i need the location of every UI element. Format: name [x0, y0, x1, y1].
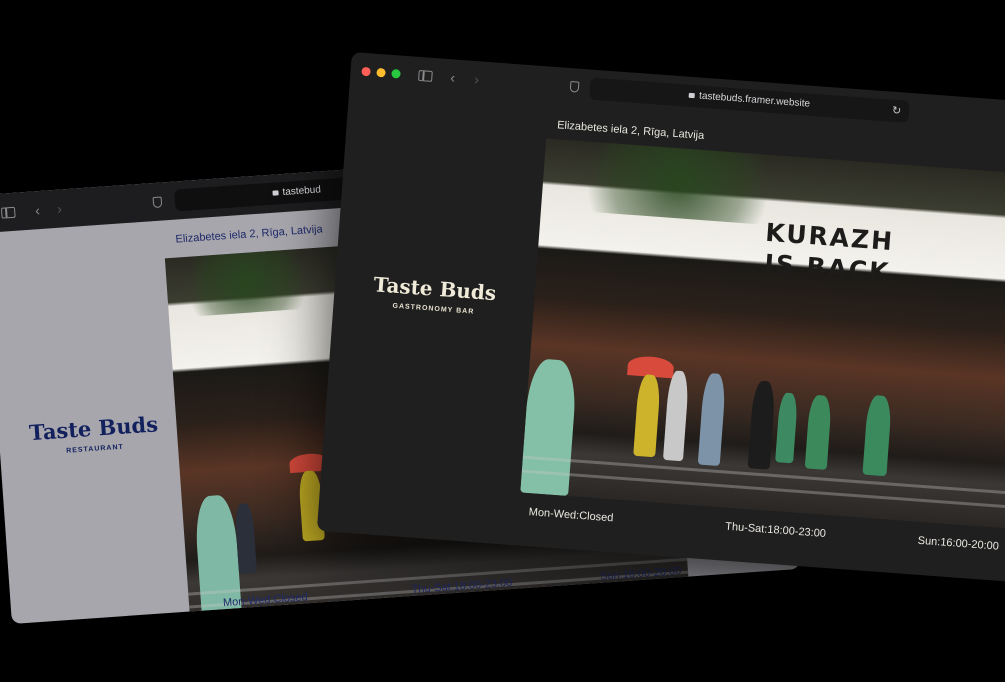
person — [747, 380, 776, 470]
front-browser-window: ‹ › tastebuds.framer.website ↻ Elizabete… — [316, 52, 1005, 582]
minimize-button[interactable] — [376, 67, 386, 78]
person — [662, 370, 690, 462]
front-logo[interactable]: Taste Buds GASTRONOMY BAR — [333, 269, 535, 320]
close-button[interactable] — [361, 66, 371, 77]
lock-icon — [688, 92, 696, 99]
person — [804, 394, 833, 470]
front-hero-photo: KURAZH IS BACK — [520, 138, 1005, 531]
back-url: tastebud — [282, 184, 322, 199]
zoom-button[interactable] — [391, 68, 401, 79]
reload-icon[interactable]: ↻ — [891, 100, 902, 123]
shield-icon[interactable] — [152, 196, 163, 209]
back-logo[interactable]: Taste Buds RESTAURANT — [0, 409, 190, 459]
person — [775, 392, 799, 464]
front-hours-mon-wed: Mon-Wed:Closed — [528, 506, 614, 525]
person — [697, 372, 727, 467]
marquee-sign: KURAZH IS BACK — [761, 217, 896, 296]
chevron-right-icon[interactable]: › — [474, 71, 480, 87]
person — [633, 373, 662, 458]
back-location: Elizabetes iela 2, Rīga, Latvija — [175, 223, 324, 246]
front-hours-thu-sat: Thu-Sat:18:00-23:00 — [724, 520, 827, 540]
front-page: Elizabetes iela 2, Rīga, Latvija Taste B… — [317, 92, 1005, 582]
sidebar-icon[interactable] — [418, 69, 433, 82]
sidebar-icon[interactable] — [0, 206, 16, 219]
tree — [164, 247, 329, 319]
person — [234, 502, 258, 574]
shield-icon[interactable] — [569, 81, 580, 93]
person — [862, 394, 893, 477]
chevron-left-icon[interactable]: ‹ — [450, 69, 456, 85]
tree — [551, 139, 806, 228]
front-url: tastebuds.framer.website — [698, 90, 811, 110]
chevron-left-icon[interactable]: ‹ — [35, 202, 41, 218]
lock-icon — [272, 190, 279, 196]
front-hours-sun: Sun:16:00-20:00 — [917, 534, 1000, 553]
chevron-right-icon[interactable]: › — [57, 200, 63, 216]
front-location: Elizabetes iela 2, Rīga, Latvija — [556, 119, 705, 143]
